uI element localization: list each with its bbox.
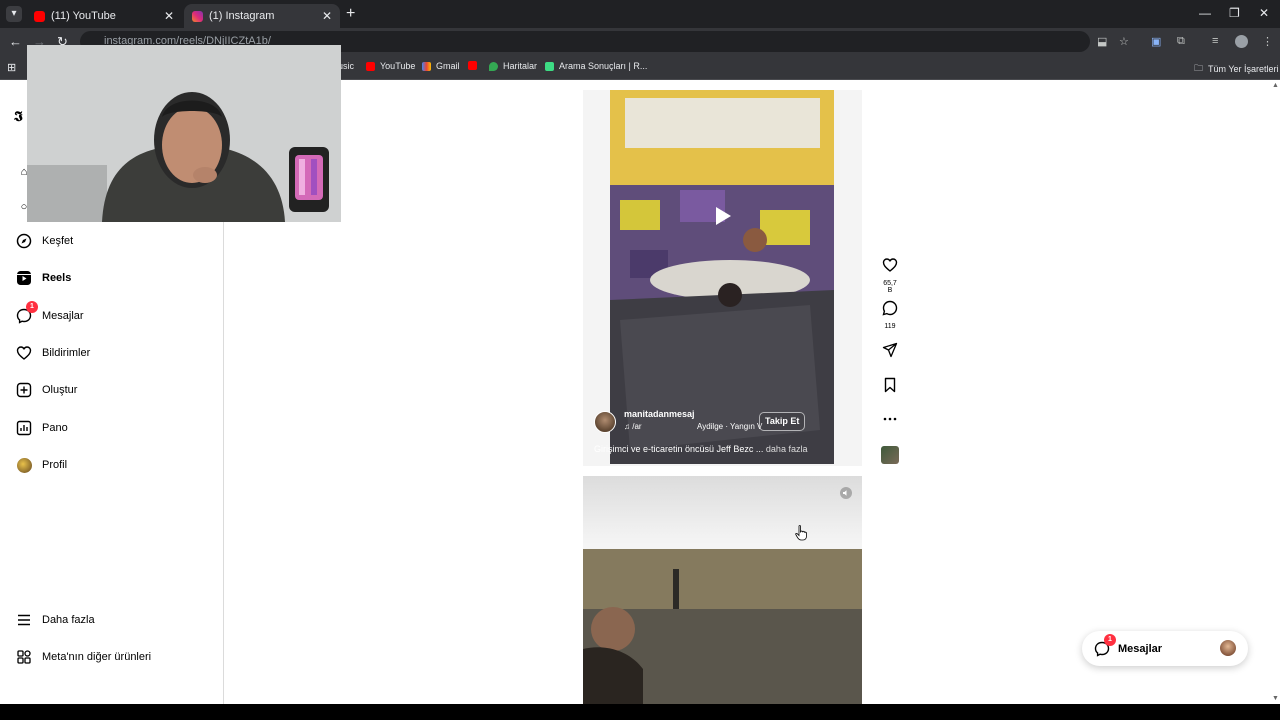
gmail-icon: [422, 61, 431, 71]
notification-badge: 1: [1104, 633, 1116, 646]
webcam-overlay: [27, 45, 341, 222]
more-icon[interactable]: [882, 411, 898, 427]
reel-video[interactable]: [610, 90, 834, 464]
heart-icon: [16, 345, 32, 361]
audio-thumbnail[interactable]: [881, 446, 899, 464]
avatar: [16, 457, 32, 473]
instagram-logo-icon[interactable]: 𝕴: [14, 108, 23, 125]
scroll-down-icon[interactable]: ▼: [1272, 695, 1279, 702]
notification-badge: 1: [26, 301, 38, 313]
bookmark-site-icon: [545, 61, 554, 71]
follow-button[interactable]: Takip Et: [759, 412, 806, 431]
bookmark-youtube-2[interactable]: [468, 61, 482, 70]
save-action[interactable]: [880, 377, 900, 398]
reel-author-avatar[interactable]: [594, 411, 616, 433]
scrollbar[interactable]: ▲ ▼: [1270, 82, 1280, 702]
compass-icon: [16, 233, 32, 249]
bookmark-youtube[interactable]: YouTube: [366, 61, 415, 71]
star-icon[interactable]: ☆: [1119, 35, 1129, 48]
scroll-up-icon[interactable]: ▲: [1272, 82, 1279, 89]
sidebar-item-explore[interactable]: Keşfet: [16, 233, 73, 249]
hamburger-icon: [16, 612, 32, 628]
reel-card-next[interactable]: [583, 476, 862, 704]
sidebar-item-messages[interactable]: 1 Mesajlar: [16, 301, 84, 324]
profile-avatar[interactable]: [1235, 35, 1248, 48]
browser-window: ▾ (11) YouTube ✕ (1) Instagram ✕ + — ❐ ✕…: [0, 0, 1280, 720]
more-link[interactable]: daha fazla: [766, 444, 808, 454]
sidebar-item-reels[interactable]: Reels: [16, 270, 71, 286]
sidebar-item-profile[interactable]: Profil: [16, 457, 67, 473]
youtube-icon: [366, 61, 375, 71]
speaker-icon[interactable]: [840, 487, 852, 499]
like-count: 65,7 B: [883, 280, 897, 294]
tab-strip: ▾ (11) YouTube ✕ (1) Instagram ✕ + — ❐ ✕: [0, 0, 1280, 28]
avatar: [1220, 640, 1236, 656]
close-icon[interactable]: ✕: [322, 9, 332, 23]
tab-search-button[interactable]: ▾: [6, 6, 22, 22]
dashboard-icon: [16, 420, 32, 436]
close-icon[interactable]: ✕: [164, 9, 174, 23]
comment-action[interactable]: 119: [880, 300, 900, 330]
comment-count: 119: [884, 323, 896, 330]
messages-label: Mesajlar: [1118, 642, 1163, 655]
music-note-icon: ♫: [624, 422, 633, 431]
bookmark-icon[interactable]: [882, 377, 898, 393]
translate-icon[interactable]: ▣: [1151, 35, 1161, 48]
sidebar-item-more[interactable]: Daha fazla: [16, 612, 95, 628]
send-icon[interactable]: [882, 342, 898, 358]
youtube-icon: [34, 10, 45, 22]
bookmark-maps[interactable]: Haritalar: [489, 61, 537, 71]
folder-icon: 🗀: [1194, 63, 1204, 73]
reel-audio[interactable]: ♫ /ar: [624, 422, 642, 431]
reel-video-frame: [610, 90, 834, 464]
bookmark-gmail[interactable]: Gmail: [422, 61, 460, 71]
more-options-action[interactable]: [880, 411, 900, 432]
tab-title: (11) YouTube: [51, 10, 116, 22]
back-button[interactable]: ←: [9, 34, 22, 49]
install-icon[interactable]: ⬓: [1097, 35, 1107, 48]
messenger-icon: 1: [16, 301, 38, 324]
tab-title: (1) Instagram: [209, 10, 275, 22]
reel-caption: Girişimci ve e-ticaretin öncüsü Jeff Bez…: [594, 444, 808, 454]
sidebar-item-dashboard[interactable]: Pano: [16, 420, 68, 436]
apps-icon[interactable]: ⊞: [7, 61, 16, 74]
heart-icon[interactable]: [882, 257, 898, 273]
youtube-icon: [468, 61, 477, 70]
like-action[interactable]: 65,7 B: [880, 257, 900, 294]
maps-icon: [489, 61, 498, 71]
new-tab-button[interactable]: +: [346, 5, 355, 23]
minimize-button[interactable]: —: [1199, 6, 1211, 20]
sidebar-item-meta[interactable]: Meta'nın diğer ürünleri: [16, 649, 151, 665]
tab-instagram[interactable]: (1) Instagram ✕: [184, 4, 340, 28]
comment-icon[interactable]: [882, 300, 898, 316]
messenger-icon: 1: [1094, 633, 1116, 657]
all-bookmarks[interactable]: 🗀 Tüm Yer İşaretleri: [1194, 61, 1279, 77]
media-icon[interactable]: ≡: [1212, 35, 1218, 47]
reel-video-next[interactable]: [583, 549, 862, 704]
webcam-feed: [27, 45, 341, 222]
reel-song[interactable]: Aydilge · Yangın V: [697, 422, 762, 431]
sidebar-item-create[interactable]: Oluştur: [16, 382, 77, 398]
share-action[interactable]: [880, 342, 900, 363]
taskbar-strip: [0, 704, 1280, 720]
close-window-button[interactable]: ✕: [1259, 6, 1269, 20]
play-icon[interactable]: [710, 204, 734, 228]
extensions-icon[interactable]: ⧉: [1177, 35, 1185, 48]
menu-icon[interactable]: ⋮: [1262, 35, 1273, 48]
tab-youtube[interactable]: (11) YouTube ✕: [26, 4, 182, 28]
reels-icon: [16, 270, 32, 286]
plus-square-icon: [16, 382, 32, 398]
reel-video-frame: [583, 549, 862, 704]
instagram-icon: [192, 10, 203, 22]
meta-products-icon: [16, 649, 32, 665]
bookmark-search-results[interactable]: Arama Sonuçları | R...: [545, 61, 647, 71]
reel-username[interactable]: manitadanmesaj: [624, 409, 695, 419]
messages-pill[interactable]: 1 Mesajlar: [1082, 631, 1248, 666]
sidebar-item-notifications[interactable]: Bildirimler: [16, 345, 90, 361]
restore-button[interactable]: ❐: [1229, 6, 1240, 20]
hand-cursor-icon: [795, 525, 807, 541]
